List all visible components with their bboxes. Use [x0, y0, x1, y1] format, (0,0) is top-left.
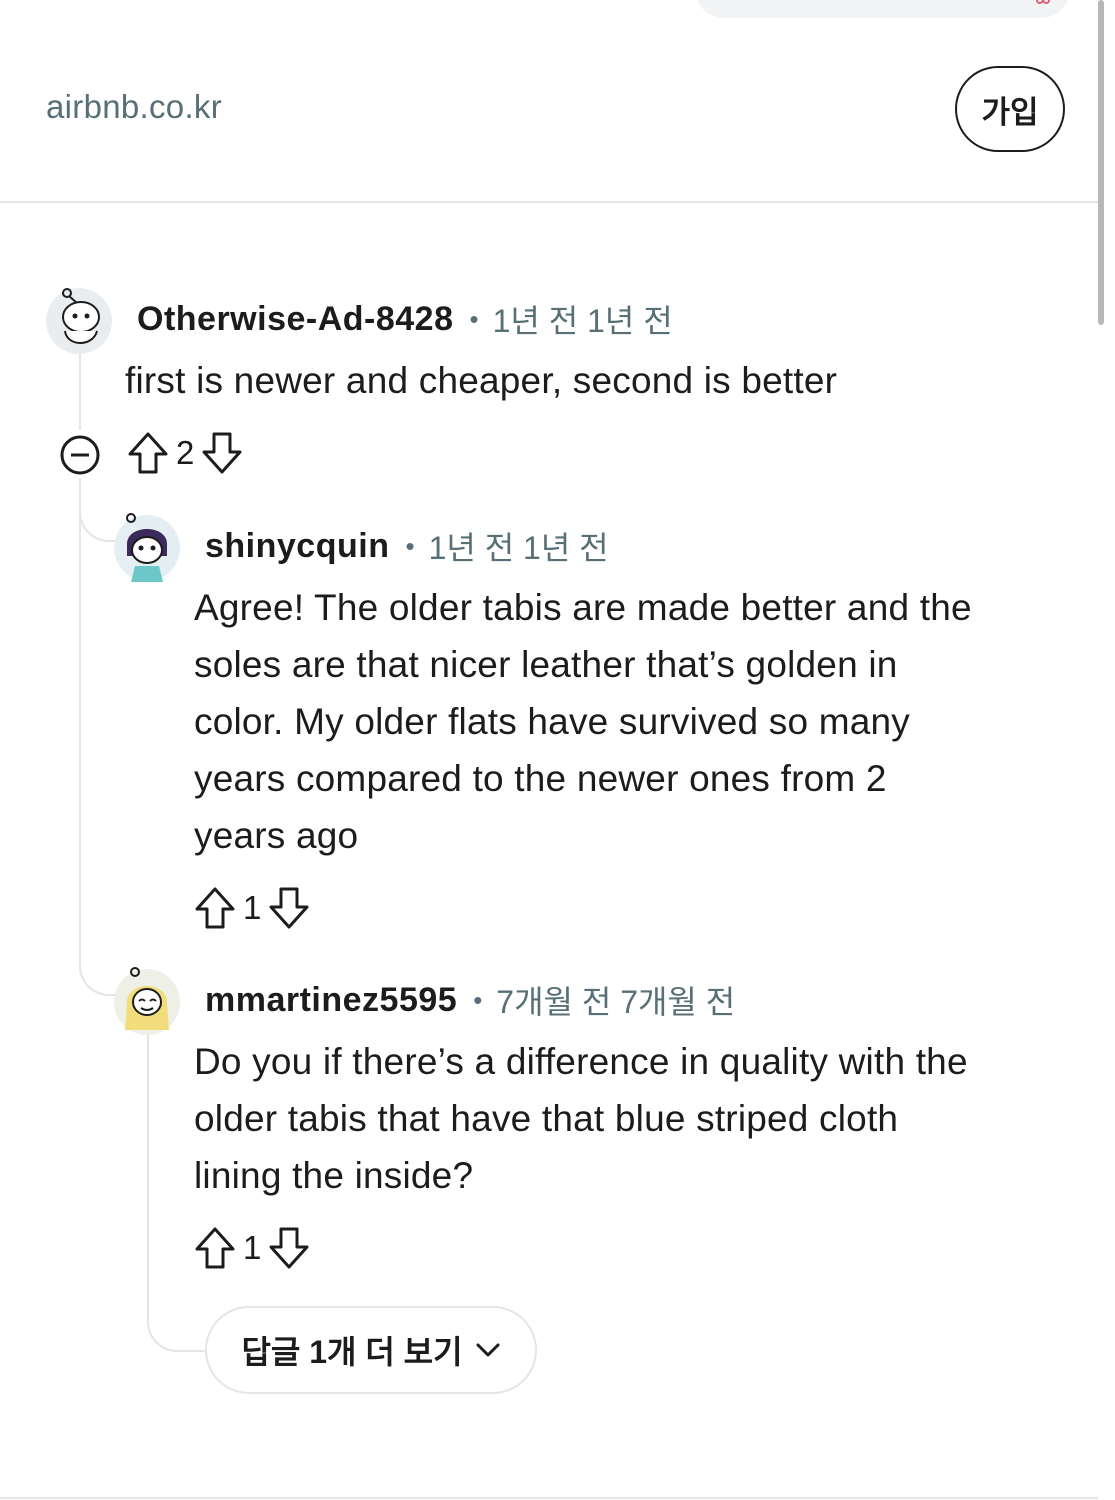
more-replies-label: 답글 1개 더 보기: [241, 1334, 463, 1370]
downvote-icon[interactable]: [267, 885, 311, 931]
more-replies-button[interactable]: 답글 1개 더 보기: [205, 1306, 537, 1394]
avatar[interactable]: [45, 283, 113, 354]
meta-separator: •: [473, 984, 483, 1015]
vote-score: 1: [243, 1229, 262, 1266]
comment-body-line: Agree! The older tabis are made better a…: [194, 587, 972, 628]
comment-body-line: color. My older flats have survived so m…: [194, 701, 911, 742]
vote-score: 1: [243, 889, 262, 926]
infinity-icon: [1035, 0, 1051, 4]
avatar[interactable]: [113, 964, 181, 1035]
comment-author[interactable]: Otherwise-Ad-8428: [137, 300, 454, 339]
upvote-icon[interactable]: [193, 1225, 237, 1271]
vote-bar: 2: [126, 430, 244, 476]
collapse-icon[interactable]: [58, 433, 102, 477]
downvote-icon[interactable]: [200, 430, 244, 476]
comment-body-line: older tabis that have that blue striped …: [194, 1098, 899, 1139]
comment-meta: Otherwise-Ad-8428 • 1년 전 1년 전: [137, 296, 673, 342]
comment-time[interactable]: 7개월 전 7개월 전: [496, 977, 735, 1023]
header-divider: [0, 201, 1098, 203]
meta-separator: •: [469, 303, 479, 334]
comment-body-line: lining the inside?: [194, 1155, 474, 1196]
comment-body-line: years ago: [194, 815, 359, 856]
meta-separator: •: [405, 530, 415, 561]
thread-line-reply: [147, 1034, 149, 1304]
upvote-icon[interactable]: [193, 885, 237, 931]
thread-line-root-lower: [79, 478, 81, 948]
comment-body: Agree! The older tabis are made better a…: [194, 579, 972, 864]
comment-body: first is newer and cheaper, second is be…: [125, 352, 837, 409]
avatar[interactable]: [113, 510, 181, 582]
vote-score: 2: [176, 434, 195, 471]
join-button[interactable]: 가입: [955, 66, 1065, 152]
comment-meta: shinycquin • 1년 전 1년 전: [205, 523, 609, 569]
thread-line-root: [79, 352, 81, 430]
upvote-icon[interactable]: [126, 430, 170, 476]
downvote-icon[interactable]: [267, 1225, 311, 1271]
vote-bar: 1: [193, 885, 311, 931]
vote-bar: 1: [193, 1225, 311, 1271]
top-search-pill[interactable]: [695, 0, 1070, 18]
chevron-down-icon: [476, 1343, 500, 1357]
thread-branch-more: [147, 1290, 207, 1352]
comment-body-line: first is newer and cheaper, second is be…: [125, 360, 838, 401]
comment-time[interactable]: 1년 전 1년 전: [429, 523, 609, 569]
comment-author[interactable]: mmartinez5595: [205, 981, 457, 1020]
comment-author[interactable]: shinycquin: [205, 527, 389, 566]
comment-body: Do you if there’s a difference in qualit…: [194, 1033, 968, 1204]
comment-body-line: years compared to the newer ones from 2: [194, 758, 887, 799]
comment-body-line: soles are that nicer leather that’s gold…: [194, 644, 898, 685]
scrollbar[interactable]: [1098, 0, 1104, 325]
comment-meta: mmartinez5595 • 7개월 전 7개월 전: [205, 977, 735, 1023]
site-domain: airbnb.co.kr: [46, 88, 223, 125]
comment-time[interactable]: 1년 전 1년 전: [493, 296, 673, 342]
bottom-divider: [0, 1497, 1098, 1499]
comment-body-line: Do you if there’s a difference in qualit…: [194, 1041, 968, 1082]
